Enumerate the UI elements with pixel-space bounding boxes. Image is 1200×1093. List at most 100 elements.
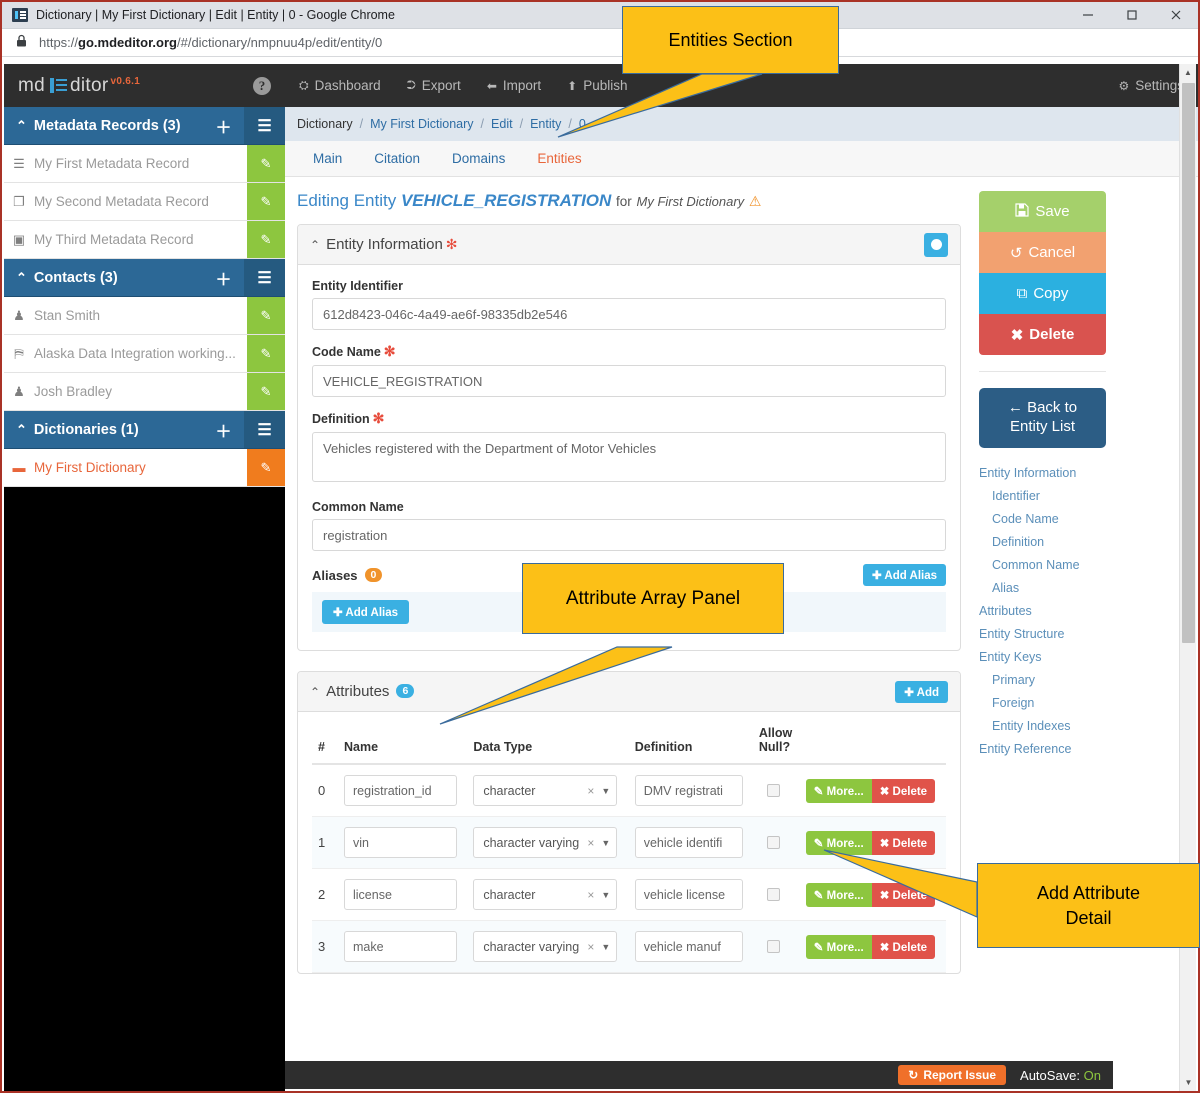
nav-import[interactable]: ⬅ Import	[487, 78, 541, 93]
attribute-more-button[interactable]: ✎ More...	[805, 934, 872, 959]
save-button[interactable]: Save	[979, 191, 1106, 232]
sidebar-group-metadata-records[interactable]: ⌃ Metadata Records (3) ＋ ☰	[4, 107, 285, 145]
nav-link-code-name[interactable]: Code Name	[979, 510, 1106, 533]
edit-icon[interactable]: ✎	[247, 221, 285, 258]
add-alias-button-top[interactable]: ✚ Add Alias	[862, 564, 946, 586]
nav-export[interactable]: ⮊ Export	[407, 78, 461, 93]
report-issue-button[interactable]: ↻ Report Issue	[898, 1065, 1007, 1085]
nav-link-alias[interactable]: Alias	[979, 579, 1106, 602]
attribute-more-button[interactable]: ✎ More...	[805, 882, 872, 907]
scroll-down-arrow-icon[interactable]: ▼	[1180, 1074, 1197, 1091]
delete-button[interactable]: ✖ Delete	[979, 314, 1106, 355]
help-icon[interactable]: ?	[253, 76, 271, 95]
nav-link-primary[interactable]: Primary	[979, 671, 1106, 694]
sidebar-item-josh-bradley[interactable]: ♟ Josh Bradley ✎	[4, 373, 285, 411]
entity-identifier-input[interactable]	[312, 298, 946, 330]
clear-icon[interactable]: ×	[587, 784, 594, 798]
breadcrumb-item-my-first-dictionary[interactable]: My First Dictionary	[370, 117, 473, 131]
close-button[interactable]	[1154, 2, 1198, 29]
edit-icon[interactable]: ✎	[247, 297, 285, 334]
nav-link-common-name[interactable]: Common Name	[979, 556, 1106, 579]
definition-textarea[interactable]: Vehicles registered with the Department …	[312, 432, 946, 482]
add-contact-button[interactable]: ＋	[203, 259, 244, 296]
attribute-datatype-select[interactable]: character × ▼	[473, 879, 618, 910]
nav-link-foreign[interactable]: Foreign	[979, 694, 1106, 717]
browser-urlbar[interactable]: https://go.mdeditor.org/#/dictionary/nmp…	[2, 29, 1198, 57]
sidebar-item-my-second-metadata-record[interactable]: ❐ My Second Metadata Record ✎	[4, 183, 285, 221]
attribute-more-button[interactable]: ✎ More...	[805, 778, 872, 803]
clear-icon[interactable]: ×	[587, 836, 594, 850]
tab-domains[interactable]: Domains	[436, 151, 521, 166]
allow-null-checkbox[interactable]	[766, 940, 780, 953]
attribute-name-input[interactable]	[344, 879, 457, 910]
sidebar-item-my-first-dictionary[interactable]: ▬ My First Dictionary ✎	[4, 449, 285, 487]
copy-button[interactable]: ⧉ Copy	[979, 273, 1106, 314]
nav-publish[interactable]: ⬆ Publish	[567, 78, 627, 93]
nav-link-attributes[interactable]: Attributes	[979, 602, 1106, 625]
edit-icon[interactable]: ✎	[247, 449, 285, 486]
tab-citation[interactable]: Citation	[358, 151, 436, 166]
allow-null-checkbox[interactable]	[766, 836, 780, 849]
attribute-delete-button[interactable]: ✖ Delete	[871, 830, 936, 855]
list-contacts-button[interactable]: ☰	[244, 259, 285, 296]
attribute-delete-button[interactable]: ✖ Delete	[871, 882, 936, 907]
attribute-datatype-select[interactable]: character × ▼	[473, 775, 618, 806]
allow-null-checkbox[interactable]	[766, 888, 780, 901]
minimize-button[interactable]	[1066, 2, 1110, 29]
attribute-definition-input[interactable]	[634, 827, 743, 858]
attribute-definition-input[interactable]	[634, 879, 743, 910]
sidebar-item-stan-smith[interactable]: ♟ Stan Smith ✎	[4, 297, 285, 335]
attribute-datatype-select[interactable]: character varying × ▼	[473, 827, 618, 858]
cancel-button[interactable]: ↺ Cancel	[979, 232, 1106, 273]
attribute-name-input[interactable]	[344, 827, 457, 858]
add-dictionary-button[interactable]: ＋	[203, 411, 244, 448]
breadcrumb-item-entity[interactable]: Entity	[530, 117, 561, 131]
add-alias-button[interactable]: ✚ Add Alias	[322, 600, 410, 624]
tab-entities[interactable]: Entities	[521, 151, 597, 166]
edit-icon[interactable]: ✎	[247, 145, 285, 182]
attribute-delete-button[interactable]: ✖ Delete	[871, 934, 936, 959]
nav-link-identifier[interactable]: Identifier	[979, 487, 1106, 510]
sidebar-item-my-third-metadata-record[interactable]: ▣ My Third Metadata Record ✎	[4, 221, 285, 259]
breadcrumb-item-edit[interactable]: Edit	[491, 117, 513, 131]
attribute-delete-button[interactable]: ✖ Delete	[871, 778, 936, 803]
attribute-name-input[interactable]	[344, 931, 457, 962]
attribute-datatype-select[interactable]: character varying × ▼	[473, 931, 618, 962]
entity-information-header[interactable]: ⌃ Entity Information ✻	[298, 225, 960, 265]
sidebar-item-my-first-metadata-record[interactable]: ☰ My First Metadata Record ✎	[4, 145, 285, 183]
attribute-more-button[interactable]: ✎ More...	[805, 830, 872, 855]
sidebar-item-alaska-data-integration[interactable]: ⛿ Alaska Data Integration working... ✎	[4, 335, 285, 373]
edit-icon[interactable]: ✎	[247, 335, 285, 372]
attribute-name-input[interactable]	[344, 775, 457, 806]
nav-link-definition[interactable]: Definition	[979, 533, 1106, 556]
scrollbar-thumb[interactable]	[1182, 83, 1195, 643]
edit-icon[interactable]: ✎	[247, 183, 285, 220]
maximize-button[interactable]	[1110, 2, 1154, 29]
entity-information-toggle[interactable]	[924, 232, 948, 257]
nav-link-entity-reference[interactable]: Entity Reference	[979, 740, 1106, 763]
common-name-input[interactable]	[312, 519, 946, 551]
attributes-header[interactable]: ⌃ Attributes 6 ✚ Add	[298, 672, 960, 712]
nav-settings[interactable]: ⚙ Settings	[1118, 78, 1184, 93]
nav-link-entity-structure[interactable]: Entity Structure	[979, 625, 1106, 648]
edit-icon[interactable]: ✎	[247, 373, 285, 410]
add-metadata-record-button[interactable]: ＋	[203, 107, 244, 144]
nav-dashboard[interactable]: ⛭ Dashboard	[299, 78, 381, 93]
nav-link-entity-information[interactable]: Entity Information	[979, 464, 1106, 487]
attribute-definition-input[interactable]	[634, 775, 743, 806]
list-metadata-records-button[interactable]: ☰	[244, 107, 285, 144]
breadcrumb-item-index[interactable]: 0	[579, 117, 586, 131]
sidebar-group-dictionaries[interactable]: ⌃ Dictionaries (1) ＋ ☰	[4, 411, 285, 449]
clear-icon[interactable]: ×	[587, 888, 594, 902]
list-dictionaries-button[interactable]: ☰	[244, 411, 285, 448]
nav-link-entity-keys[interactable]: Entity Keys	[979, 648, 1106, 671]
code-name-input[interactable]	[312, 365, 946, 397]
add-attribute-button[interactable]: ✚ Add	[895, 680, 948, 703]
sidebar-group-contacts[interactable]: ⌃ Contacts (3) ＋ ☰	[4, 259, 285, 297]
tab-main[interactable]: Main	[297, 151, 358, 166]
attribute-definition-input[interactable]	[634, 931, 743, 962]
back-to-entity-list-button[interactable]: ← Back to Entity List	[979, 388, 1106, 448]
clear-icon[interactable]: ×	[587, 940, 594, 954]
nav-link-entity-indexes[interactable]: Entity Indexes	[979, 717, 1106, 740]
allow-null-checkbox[interactable]	[766, 784, 780, 797]
